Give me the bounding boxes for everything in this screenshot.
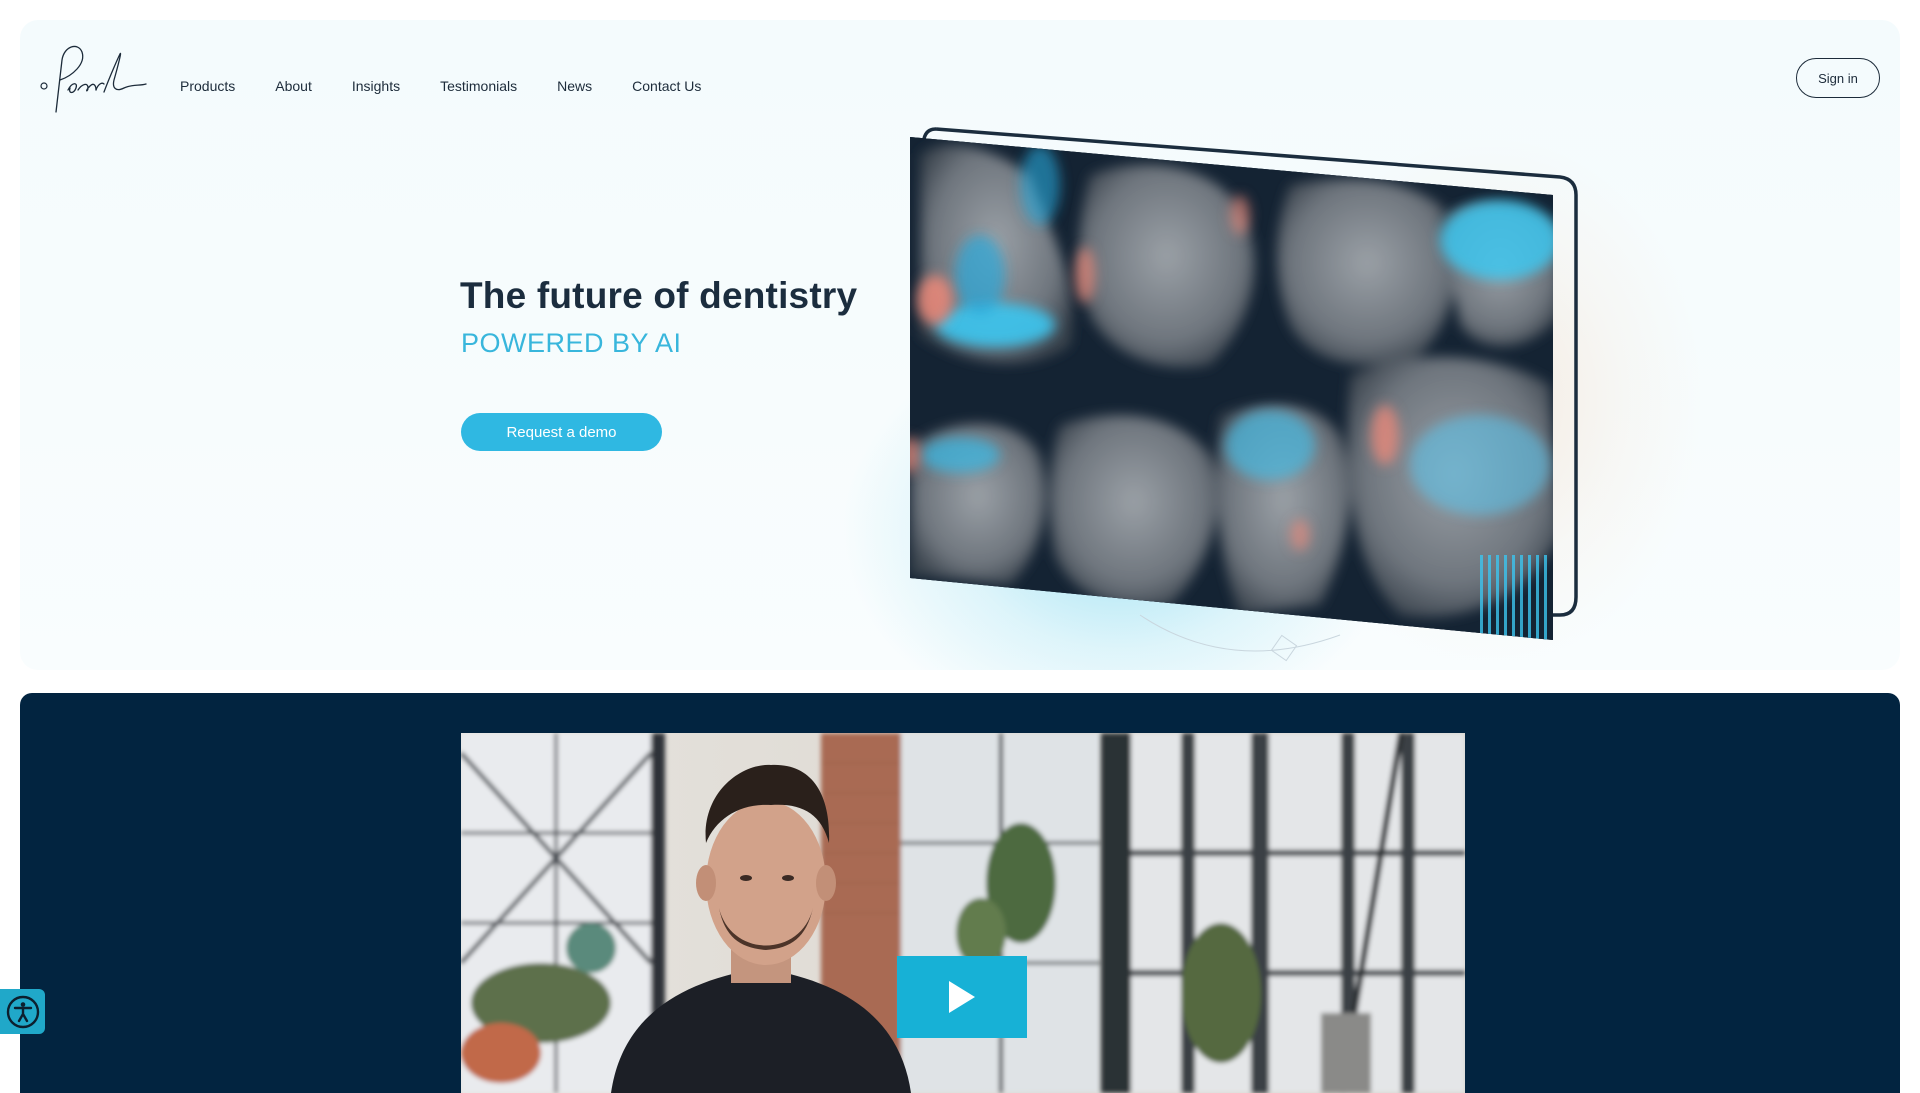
play-icon: [949, 981, 975, 1013]
xray-device-illustration: [880, 115, 1580, 670]
video-section: [20, 693, 1900, 1093]
nav-insights[interactable]: Insights: [352, 78, 400, 94]
play-button[interactable]: [897, 956, 1027, 1038]
nav-testimonials[interactable]: Testimonials: [440, 78, 517, 94]
nav-products[interactable]: Products: [180, 78, 235, 94]
nav-contact-us[interactable]: Contact Us: [632, 78, 701, 94]
nav-about[interactable]: About: [275, 78, 312, 94]
accessibility-button[interactable]: [0, 989, 45, 1034]
main-nav: Products About Insights Testimonials New…: [180, 78, 741, 94]
accessibility-icon: [6, 995, 39, 1028]
request-demo-button[interactable]: Request a demo: [461, 413, 662, 451]
hero-headline: The future of dentistry: [460, 275, 858, 316]
nav-news[interactable]: News: [557, 78, 592, 94]
sign-in-button[interactable]: Sign in: [1796, 58, 1880, 98]
hero-section: Products About Insights Testimonials New…: [20, 20, 1900, 670]
hero-subhead: POWERED BY AI: [461, 328, 682, 358]
video-player[interactable]: [461, 733, 1465, 1093]
video-thumbnail: [461, 733, 1465, 1093]
pearl-logo[interactable]: [38, 36, 148, 120]
